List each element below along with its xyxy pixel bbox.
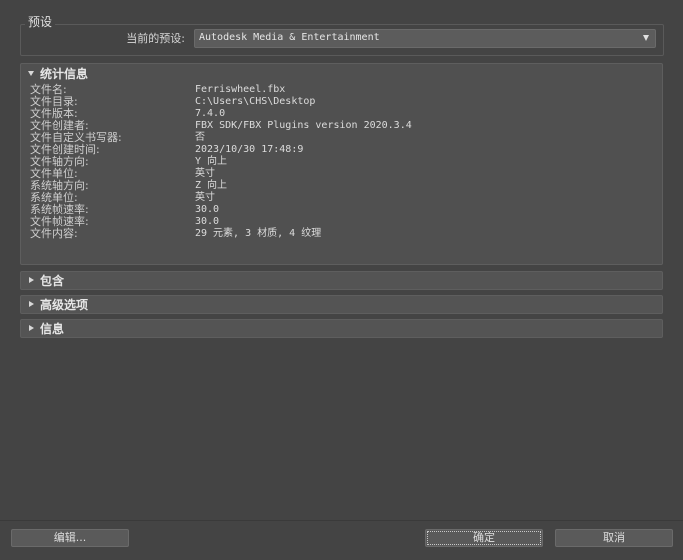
stat-value: 英寸 xyxy=(195,168,215,179)
advanced-options-rollout-title: 高级选项 xyxy=(40,298,89,312)
stat-row: 系统单位: 英寸 xyxy=(30,192,630,204)
stat-value: 否 xyxy=(195,132,205,143)
advanced-options-rollout-header[interactable]: 高级选项 xyxy=(20,295,663,314)
info-rollout-header[interactable]: 信息 xyxy=(20,319,663,338)
stat-row: 文件目录: C:\Users\CHS\Desktop xyxy=(30,96,630,108)
include-rollout-header[interactable]: 包含 xyxy=(20,271,663,290)
stat-value: 2023/10/30 17:48:9 xyxy=(195,144,304,155)
include-rollout-title: 包含 xyxy=(40,274,65,288)
stat-value: 英寸 xyxy=(195,192,215,203)
stat-row: 文件创建时间: 2023/10/30 17:48:9 xyxy=(30,144,630,156)
stat-row: 文件内容: 29 元素, 3 材质, 4 纹理 xyxy=(30,228,630,240)
stat-value: Ferriswheel.fbx xyxy=(195,84,286,95)
ok-button[interactable]: 确定 xyxy=(425,529,543,547)
stat-label: 文件内容: xyxy=(30,227,78,240)
stat-value: C:\Users\CHS\Desktop xyxy=(195,96,316,107)
stat-row: 文件自定义书写器: 否 xyxy=(30,132,630,144)
cancel-button[interactable]: 取消 xyxy=(555,529,673,547)
statistics-list: 文件名: Ferriswheel.fbx 文件目录: C:\Users\CHS\… xyxy=(30,84,630,240)
stat-value: 30.0 xyxy=(195,204,220,215)
current-preset-value: Autodesk Media & Entertainment xyxy=(199,32,380,43)
stat-row: 系统帧速率: 30.0 xyxy=(30,204,630,216)
stat-value: 7.4.0 xyxy=(195,108,226,119)
stat-value: Y 向上 xyxy=(195,156,228,167)
statistics-rollout: 统计信息 文件名: Ferriswheel.fbx 文件目录: C:\Users… xyxy=(20,63,663,265)
current-preset-label: 当前的预设: xyxy=(126,32,185,45)
stat-value: Z 向上 xyxy=(195,180,228,191)
dropdown-arrow-icon xyxy=(643,35,649,41)
statistics-rollout-title: 统计信息 xyxy=(40,67,89,81)
preset-group-title: 预设 xyxy=(25,15,56,29)
stat-row: 文件名: Ferriswheel.fbx xyxy=(30,84,630,96)
statistics-rollout-header[interactable]: 统计信息 xyxy=(21,64,662,82)
stat-row: 文件轴方向: Y 向上 xyxy=(30,156,630,168)
stat-row: 文件版本: 7.4.0 xyxy=(30,108,630,120)
info-rollout-title: 信息 xyxy=(40,322,65,336)
stat-row: 文件单位: 英寸 xyxy=(30,168,630,180)
stat-row: 文件帧速率: 30.0 xyxy=(30,216,630,228)
footer-divider xyxy=(0,520,683,521)
current-preset-dropdown[interactable]: Autodesk Media & Entertainment xyxy=(194,29,656,48)
expand-triangle-icon xyxy=(29,277,34,283)
expand-triangle-icon xyxy=(29,325,34,331)
collapse-triangle-icon xyxy=(28,71,34,76)
stat-value: FBX SDK/FBX Plugins version 2020.3.4 xyxy=(195,120,412,131)
stat-row: 系统轴方向: Z 向上 xyxy=(30,180,630,192)
stat-value: 29 元素, 3 材质, 4 纹理 xyxy=(195,228,322,239)
expand-triangle-icon xyxy=(29,301,34,307)
stat-value: 30.0 xyxy=(195,216,220,227)
edit-button[interactable]: 编辑... xyxy=(11,529,129,547)
